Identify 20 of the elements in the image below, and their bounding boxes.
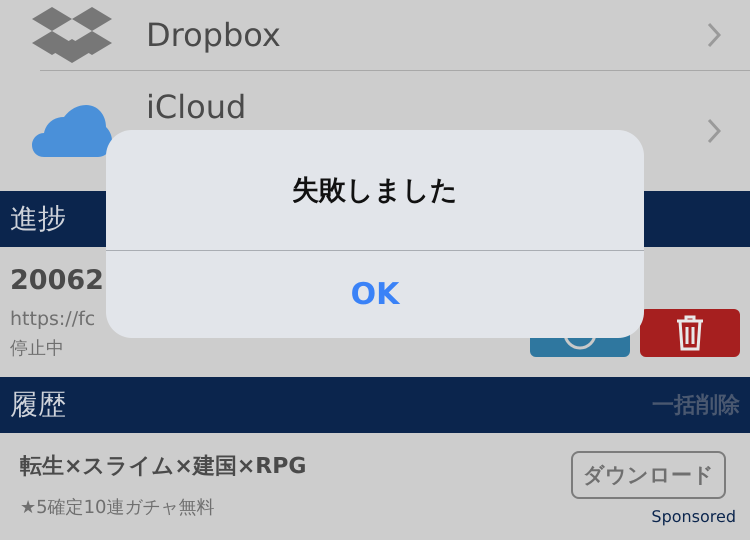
ok-button[interactable]: OK [106,251,644,338]
sponsored-label: Sponsored [651,507,736,526]
download-url: https://fc [10,308,96,330]
ad-subtitle: ★5確定10連ガチャ無料 [20,496,216,519]
cloud-icon [32,105,112,157]
storage-label: Dropbox [146,19,281,51]
alert-title: 失敗しました [106,130,644,251]
download-name: 20062 [10,265,104,296]
section-title: 進捗 [10,201,66,237]
chevron-icon[interactable] [706,21,722,49]
download-status: 停止中 [10,337,65,360]
dropbox-icon [32,5,112,65]
section-title: 履歴 [10,387,66,423]
ad-title: 転生×スライム×建国×RPG [20,453,308,481]
chevron-icon[interactable] [706,117,722,145]
delete-button[interactable] [640,309,740,357]
storage-label: iCloud [146,91,246,123]
download-button[interactable]: ダウンロード [571,451,726,499]
trash-icon [676,315,704,351]
clear-all-link[interactable]: 一括削除 [652,390,740,420]
